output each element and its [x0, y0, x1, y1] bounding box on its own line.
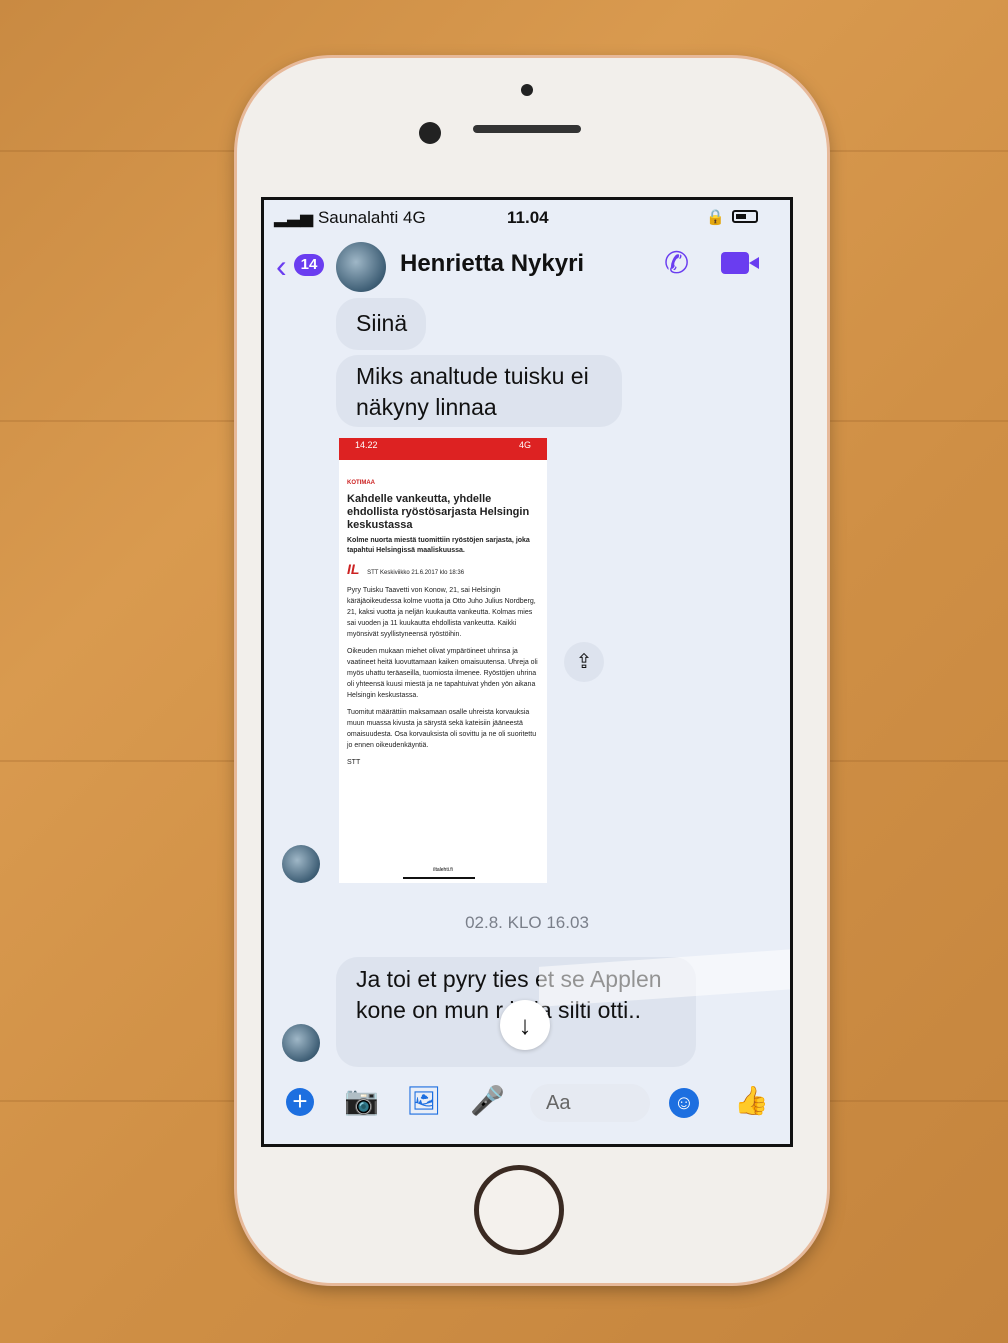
back-chevron-icon[interactable]: ‹	[276, 248, 287, 285]
share-icon[interactable]: ⇪	[564, 642, 604, 682]
rotation-lock-icon: 🔒	[706, 209, 725, 226]
scroll-down-icon[interactable]: ↓	[500, 1000, 550, 1050]
thumbs-up-icon[interactable]: 👍	[734, 1084, 769, 1117]
plus-icon[interactable]: +	[286, 1088, 314, 1116]
article-category: KOTIMAA	[347, 480, 375, 486]
status-bar: ▂▃▅ Saunalahti 4G 11.04 🔒	[264, 208, 790, 230]
home-button[interactable]	[474, 1165, 564, 1255]
chat-timestamp: 02.8. KLO 16.03	[465, 913, 589, 932]
article-lead: Kolme nuorta miestä tuomittiin ryöstöjen…	[347, 537, 530, 554]
message-text: Siinä	[356, 310, 408, 336]
status-time: 11.04	[507, 208, 549, 227]
article-phone-status: 14.22 4G	[339, 438, 547, 460]
article-title: Kahdelle vankeutta, yhdelle ehdollista r…	[347, 493, 530, 531]
contact-name[interactable]: Henrietta Nykyri	[400, 250, 584, 278]
composer-toolbar: + 📷 🖼 🎤 Aa ☺ 👍	[264, 1078, 790, 1128]
message-text: Miks analtude tuisku ei näkyny linnaa	[356, 363, 589, 420]
article-footer-url: iltalehti.fi	[433, 867, 453, 873]
article-paragraph: Oikeuden mukaan miehet olivat ympäröinee…	[347, 648, 538, 699]
chat-header: ‹ 14 Henrietta Nykyri ✆	[264, 240, 790, 296]
earpiece-speaker	[473, 125, 581, 133]
microphone-icon[interactable]: 🎤	[470, 1084, 505, 1117]
image-icon[interactable]: 🖼	[406, 1084, 442, 1117]
avatar[interactable]	[282, 1024, 320, 1062]
carrier-label: ▂▃▅ Saunalahti 4G	[274, 208, 426, 227]
article-paragraph: Pyry Tuisku Taavetti von Konow, 21, sai …	[347, 587, 536, 638]
phone-icon[interactable]: ✆	[664, 246, 689, 281]
message-bubble[interactable]: Siinä	[336, 298, 426, 350]
article-screenshot-image[interactable]: 14.22 4G KOTIMAA Kahdelle vankeutta, yhd…	[339, 438, 547, 883]
battery-icon	[732, 210, 758, 223]
front-camera	[419, 122, 441, 144]
article-home-indicator	[403, 877, 475, 879]
article-paragraph: Tuomitut määrättiin maksamaan osalle uhr…	[347, 709, 537, 749]
avatar[interactable]	[282, 845, 320, 883]
message-bubble[interactable]: Miks analtude tuisku ei näkyny linnaa	[336, 355, 622, 427]
unread-badge[interactable]: 14	[294, 254, 324, 276]
article-source: IL STT Keskiviikko 21.6.2017 klo 18:36	[347, 561, 465, 577]
proximity-sensor	[521, 84, 533, 96]
article-logo: IL	[347, 561, 360, 577]
camera-icon[interactable]: 📷	[344, 1084, 379, 1117]
video-icon[interactable]	[721, 252, 749, 274]
article-paragraph: STT	[347, 759, 361, 766]
messenger-screen: ▂▃▅ Saunalahti 4G 11.04 🔒 ‹ 14 Henrietta…	[261, 197, 793, 1147]
avatar[interactable]	[336, 242, 386, 292]
emoji-icon[interactable]: ☺	[669, 1088, 699, 1118]
message-input[interactable]: Aa	[530, 1084, 650, 1122]
